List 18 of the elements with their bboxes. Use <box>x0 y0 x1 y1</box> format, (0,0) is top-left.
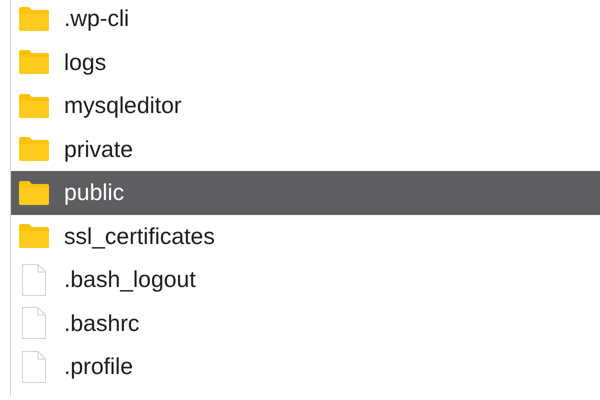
file-icon <box>21 262 47 297</box>
file-row[interactable]: logs <box>11 40 600 84</box>
folder-icon <box>18 136 50 162</box>
file-row[interactable]: private <box>11 128 600 171</box>
file-row[interactable]: mysqleditor <box>11 84 600 128</box>
file-row[interactable]: .bash_logout <box>11 258 600 302</box>
folder-icon <box>18 6 50 32</box>
file-row[interactable]: .wp-cli <box>11 0 600 40</box>
file-row[interactable]: ssl_certificates <box>11 214 600 258</box>
folder-icon <box>18 180 50 206</box>
folder-icon <box>18 223 50 250</box>
folder-icon <box>18 49 50 76</box>
file-row[interactable]: public <box>11 171 600 214</box>
file-icon <box>21 350 47 384</box>
folder-icon <box>18 92 50 119</box>
file-row[interactable]: .bashrc <box>11 302 600 345</box>
file-row[interactable]: .profile <box>11 345 600 388</box>
file-icon <box>21 306 47 340</box>
